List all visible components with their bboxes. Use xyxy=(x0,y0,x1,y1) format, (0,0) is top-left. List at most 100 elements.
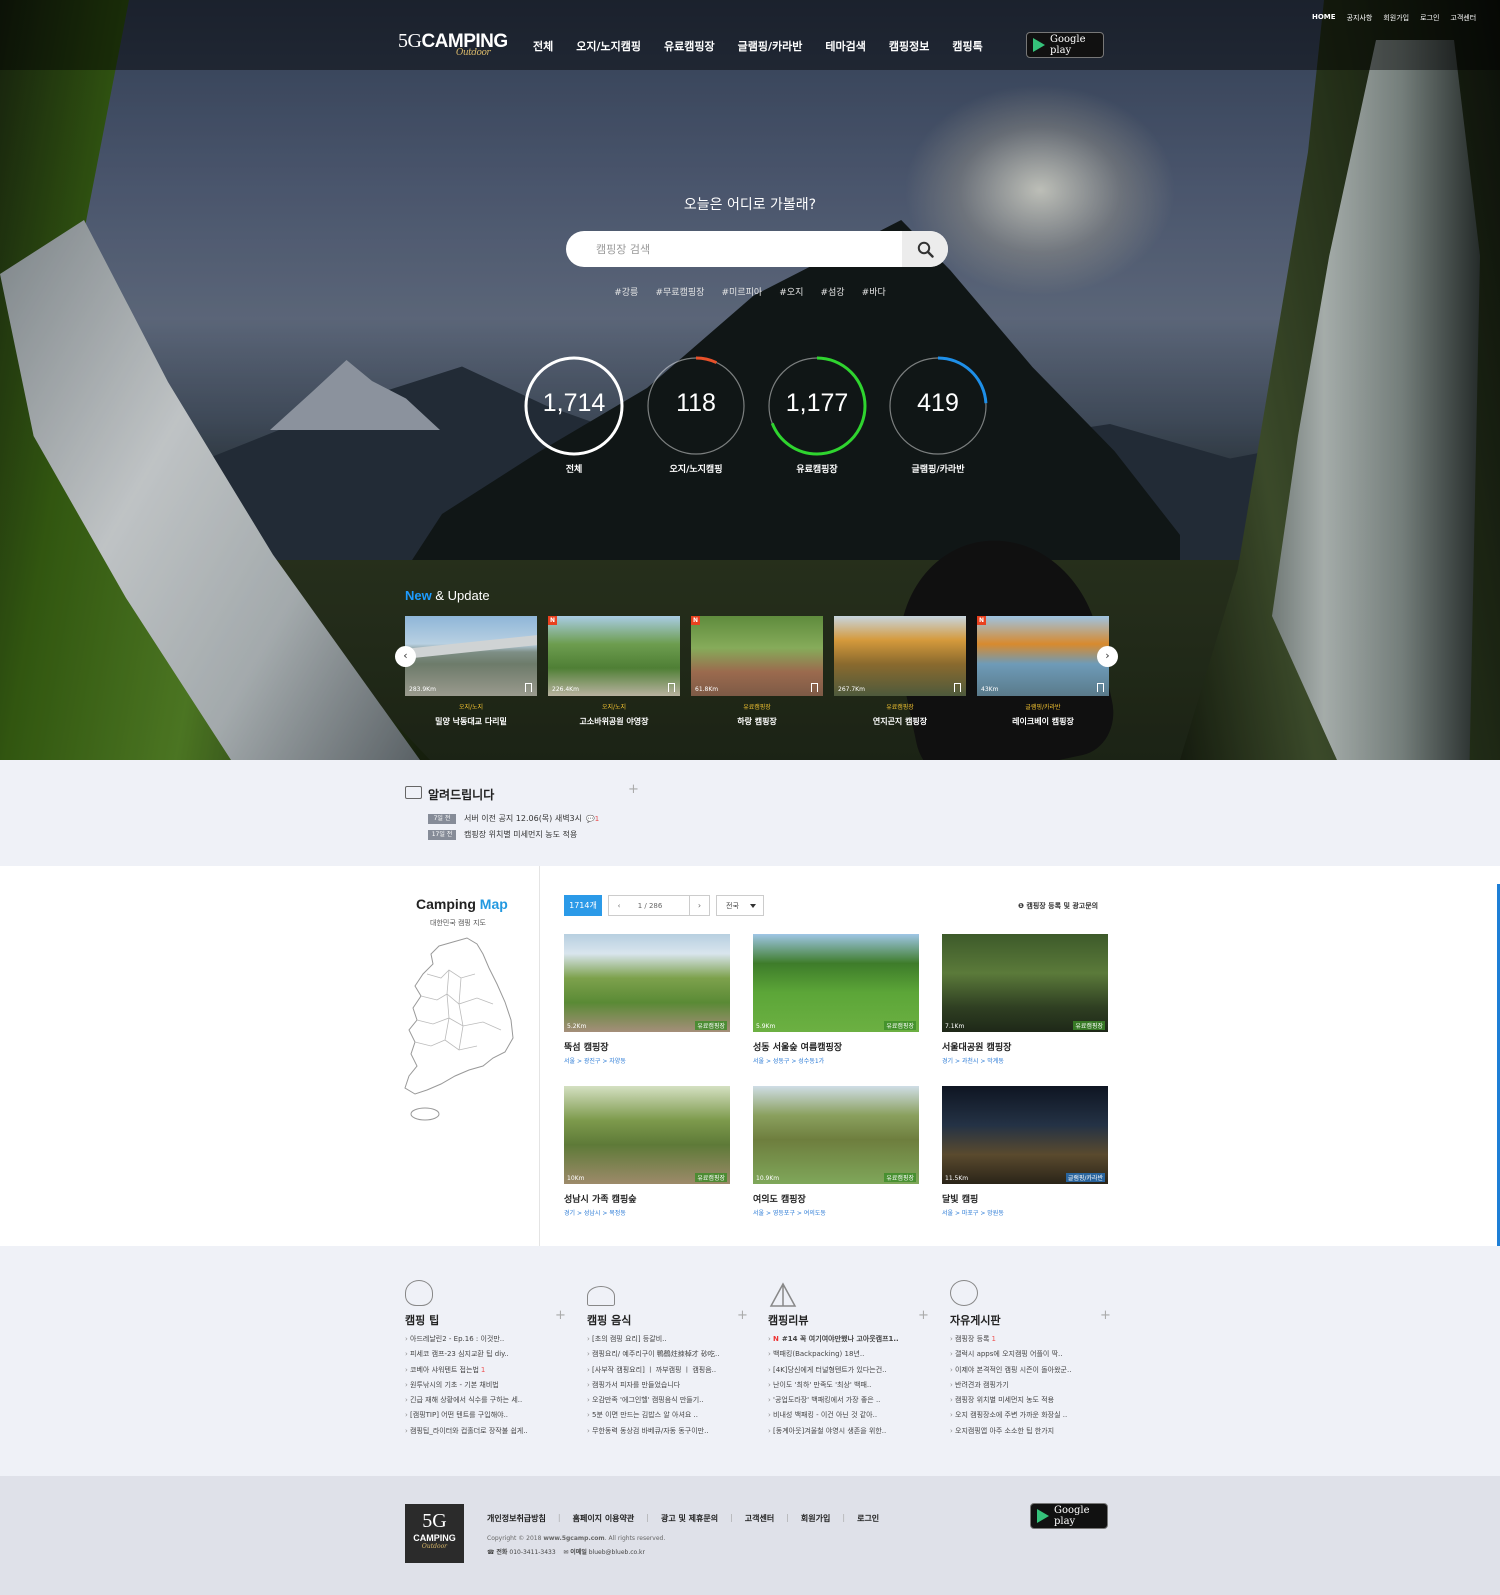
board-item[interactable]: [사부작 캠핑요리] ㅣ 까부캠핑 ㅣ 캠핑음.. xyxy=(587,1365,747,1380)
stat-wild[interactable]: 118 오지/노지캠핑 xyxy=(646,356,746,475)
notice-item[interactable]: 17일 전 캠핑장 위치별 미세먼지 농도 적용 xyxy=(428,829,577,840)
board-item[interactable]: 오지 캠핑장소에 주변 가까운 화장실 .. xyxy=(950,1410,1110,1425)
nav-item-camping-info[interactable]: 캠핑정보 xyxy=(889,38,929,54)
nav-item-glamping[interactable]: 글램핑/카라반 xyxy=(738,38,803,54)
util-notice[interactable]: 공지사항 xyxy=(1347,13,1373,23)
board-more-button[interactable]: + xyxy=(918,1308,929,1323)
camping-card-address[interactable]: 서울 > 영등포구 > 여의도동 xyxy=(753,1208,919,1217)
camping-card[interactable]: 10Km 유료캠핑장 성남시 가족 캠핑숲 경기 > 성남시 > 복정동 xyxy=(564,1086,730,1217)
util-login[interactable]: 로그인 xyxy=(1420,13,1439,23)
tag-link[interactable]: #오지 xyxy=(779,288,803,298)
footer-link-support[interactable]: 고객센터 xyxy=(745,1513,774,1524)
nav-item-camping-talk[interactable]: 캠핑톡 xyxy=(952,38,982,54)
board-item[interactable]: 캠핑장 위치별 미세먼지 농도 적용 xyxy=(950,1395,1110,1410)
region-select[interactable]: 전국 xyxy=(716,895,764,916)
board-item[interactable]: 백패킹(Backpacking) 18년.. xyxy=(768,1349,928,1364)
board-item[interactable]: 비내성 백패킹 - 이건 아닌 것 같아.. xyxy=(768,1410,928,1425)
util-support[interactable]: 고객센터 xyxy=(1450,13,1476,23)
board-item[interactable]: [4K]당신에게 터널형텐트가 있다는건.. xyxy=(768,1365,928,1380)
board-item[interactable]: [초의 캠핑 요리] 등갈비.. xyxy=(587,1334,747,1349)
camping-card-address[interactable]: 서울 > 성동구 > 성수동1가 xyxy=(753,1056,919,1065)
tag-link[interactable]: #강릉 xyxy=(614,288,638,298)
footer-link-login[interactable]: 로그인 xyxy=(857,1513,879,1524)
camping-card[interactable]: 5.9Km 유료캠핑장 성동 서울숲 여름캠핑장 서울 > 성동구 > 성수동1… xyxy=(753,934,919,1065)
nav-item-paid-camping[interactable]: 유료캠핑장 xyxy=(664,38,715,54)
footer-link-signup[interactable]: 회원가입 xyxy=(801,1513,830,1524)
board-more-button[interactable]: + xyxy=(737,1308,748,1323)
board-item[interactable]: 코베아 샤워텐트 접는법1 xyxy=(405,1365,565,1380)
update-card[interactable]: 267.7Km 유료캠핑장 연지곤지 캠핑장 xyxy=(834,616,966,727)
board-item[interactable]: 긴급 재해 상황에서 식수를 구하는 세.. xyxy=(405,1395,565,1410)
site-logo[interactable]: 5GCAMPING Outdoor xyxy=(398,30,508,58)
bookmark-icon[interactable] xyxy=(668,683,675,692)
board-item[interactable]: 아드레날린2 - Ep.16 : 이것만.. xyxy=(405,1334,565,1349)
camping-card-address[interactable]: 경기 > 성남시 > 복정동 xyxy=(564,1208,730,1217)
camping-card-address[interactable]: 서울 > 마포구 > 망원동 xyxy=(942,1208,1108,1217)
board-item[interactable]: '공업도라장' 백패킹에서 가장 좋은 .. xyxy=(768,1395,928,1410)
nav-item-wild-camping[interactable]: 오지/노지캠핑 xyxy=(576,38,641,54)
camping-card[interactable]: 7.1Km 유료캠핑장 서울대공원 캠핑장 경기 > 과천시 > 막계동 xyxy=(942,934,1108,1065)
nav-item-all[interactable]: 전체 xyxy=(533,38,553,54)
board-item[interactable]: 캠핑장 등록1 xyxy=(950,1334,1110,1349)
bookmark-icon[interactable] xyxy=(1097,683,1104,692)
tag-link[interactable]: #섬강 xyxy=(820,288,844,298)
bookmark-icon[interactable] xyxy=(525,683,532,692)
notice-more-button[interactable]: + xyxy=(628,782,639,797)
bookmark-icon[interactable] xyxy=(811,683,818,692)
stat-paid[interactable]: 1,177 유료캠핑장 xyxy=(767,356,867,475)
footer-link-ads[interactable]: 광고 및 제휴문의 xyxy=(661,1513,718,1524)
korea-map[interactable] xyxy=(397,934,517,1124)
board-item[interactable]: [캠핑TIP] 어떤 텐트를 구입해야.. xyxy=(405,1410,565,1425)
nav-item-theme-search[interactable]: 테마검색 xyxy=(825,38,865,54)
stat-glamping[interactable]: 419 글램핑/카라반 xyxy=(888,356,988,475)
util-signup[interactable]: 회원가입 xyxy=(1383,13,1409,23)
board-item[interactable]: 무한동력 동상검 바베큐/자동 동구이만.. xyxy=(587,1426,747,1441)
email-value[interactable]: blueb@blueb.co.kr xyxy=(589,1549,645,1556)
camping-card[interactable]: 10.9Km 유료캠핑장 여의도 캠핑장 서울 > 영등포구 > 여의도동 xyxy=(753,1086,919,1217)
board-item[interactable]: [동계아웃]겨울철 야영시 생존을 위한.. xyxy=(768,1426,928,1441)
footer-link-terms[interactable]: 홈페이지 이용약관 xyxy=(573,1513,635,1524)
footer-logo[interactable]: 5G CAMPING Outdoor xyxy=(405,1504,464,1563)
google-play-button[interactable]: Google play xyxy=(1026,32,1104,58)
page-next-button[interactable]: › xyxy=(690,895,710,916)
carousel-prev-button[interactable]: ‹ xyxy=(395,646,416,667)
tag-link[interactable]: #미르피아 xyxy=(721,288,762,298)
board-item[interactable]: N#14 꼭 여기여야만했나 고아웃캠프1.. xyxy=(768,1334,928,1349)
bookmark-icon[interactable] xyxy=(954,683,961,692)
board-item[interactable]: 5분 이면 만드는 김밥스 알 아셔요 .. xyxy=(587,1410,747,1425)
carousel-next-button[interactable]: › xyxy=(1097,646,1118,667)
board-item[interactable]: 오감만족 '에그인헬' 캠핑음식 만들기.. xyxy=(587,1395,747,1410)
camping-card-address[interactable]: 경기 > 과천시 > 막계동 xyxy=(942,1056,1108,1065)
board-item[interactable]: 반려견과 캠핑가기 xyxy=(950,1380,1110,1395)
board-item[interactable]: 갤럭시 apps에 오지캠핑 어플이 딱.. xyxy=(950,1349,1110,1364)
footer-google-play-button[interactable]: Google play xyxy=(1030,1503,1108,1529)
ad-inquiry-link[interactable]: ❶ 캠핑장 등록 및 광고문의 xyxy=(1018,901,1098,911)
board-more-button[interactable]: + xyxy=(555,1308,566,1323)
search-input[interactable] xyxy=(566,231,896,267)
board-item[interactable]: 오지캠핑앱 아주 소소한 팁 한가지 xyxy=(950,1426,1110,1441)
update-card[interactable]: N 226.4Km 오지/노지 고소바위공원 야영장 xyxy=(548,616,680,727)
page-prev-button[interactable]: ‹ xyxy=(609,902,629,910)
board-item[interactable]: 캠핑팁_라이터와 컵홀더로 장작불 쉽게.. xyxy=(405,1426,565,1441)
board-item[interactable]: 이제야 본격적인 캠핑 시즌이 돌아왔군.. xyxy=(950,1365,1110,1380)
search-button[interactable] xyxy=(902,231,948,267)
tag-link[interactable]: #바다 xyxy=(862,288,886,298)
board-item[interactable]: 원투낚시의 기초 - 기본 채비법 xyxy=(405,1380,565,1395)
footer-link-privacy[interactable]: 개인정보취급방침 xyxy=(487,1513,546,1524)
camping-card-address[interactable]: 서울 > 광진구 > 자양동 xyxy=(564,1056,730,1065)
update-card[interactable]: N 61.8Km 유료캠핑장 하랑 캠핑장 xyxy=(691,616,823,727)
notice-speech-icon xyxy=(405,786,422,799)
util-home[interactable]: HOME xyxy=(1312,13,1336,23)
update-card[interactable]: 283.9Km 오지/노지 밀양 낙동대교 다리밑 xyxy=(405,616,537,727)
notice-item[interactable]: 7일 전 서버 이전 공지 12.06(목) 새벽3시 💬1 xyxy=(428,813,599,824)
stat-all[interactable]: 1,714 전체 xyxy=(524,356,624,475)
camping-card[interactable]: 11.5Km 글램핑/카라반 달빛 캠핑 서울 > 마포구 > 망원동 xyxy=(942,1086,1108,1217)
board-more-button[interactable]: + xyxy=(1100,1308,1111,1323)
board-item[interactable]: 캠핑가서 피자를 만들었습니다 xyxy=(587,1380,747,1395)
board-item[interactable]: 캠핑요리/ 예주리구이 鴨鶴炷拺棹才 砂吃.. xyxy=(587,1349,747,1364)
camping-card[interactable]: 5.2Km 유료캠핑장 뚝섬 캠핑장 서울 > 광진구 > 자양동 xyxy=(564,934,730,1065)
board-item[interactable]: 피세코 캠프-23 심지교환 팁 diy.. xyxy=(405,1349,565,1364)
tag-link[interactable]: #무료캠핑장 xyxy=(655,288,704,298)
board-item[interactable]: 난이도 '최하' 만족도 '최상' 백패.. xyxy=(768,1380,928,1395)
update-card[interactable]: N 43Km 글램핑/카라반 레이크베이 캠핑장 xyxy=(977,616,1109,727)
